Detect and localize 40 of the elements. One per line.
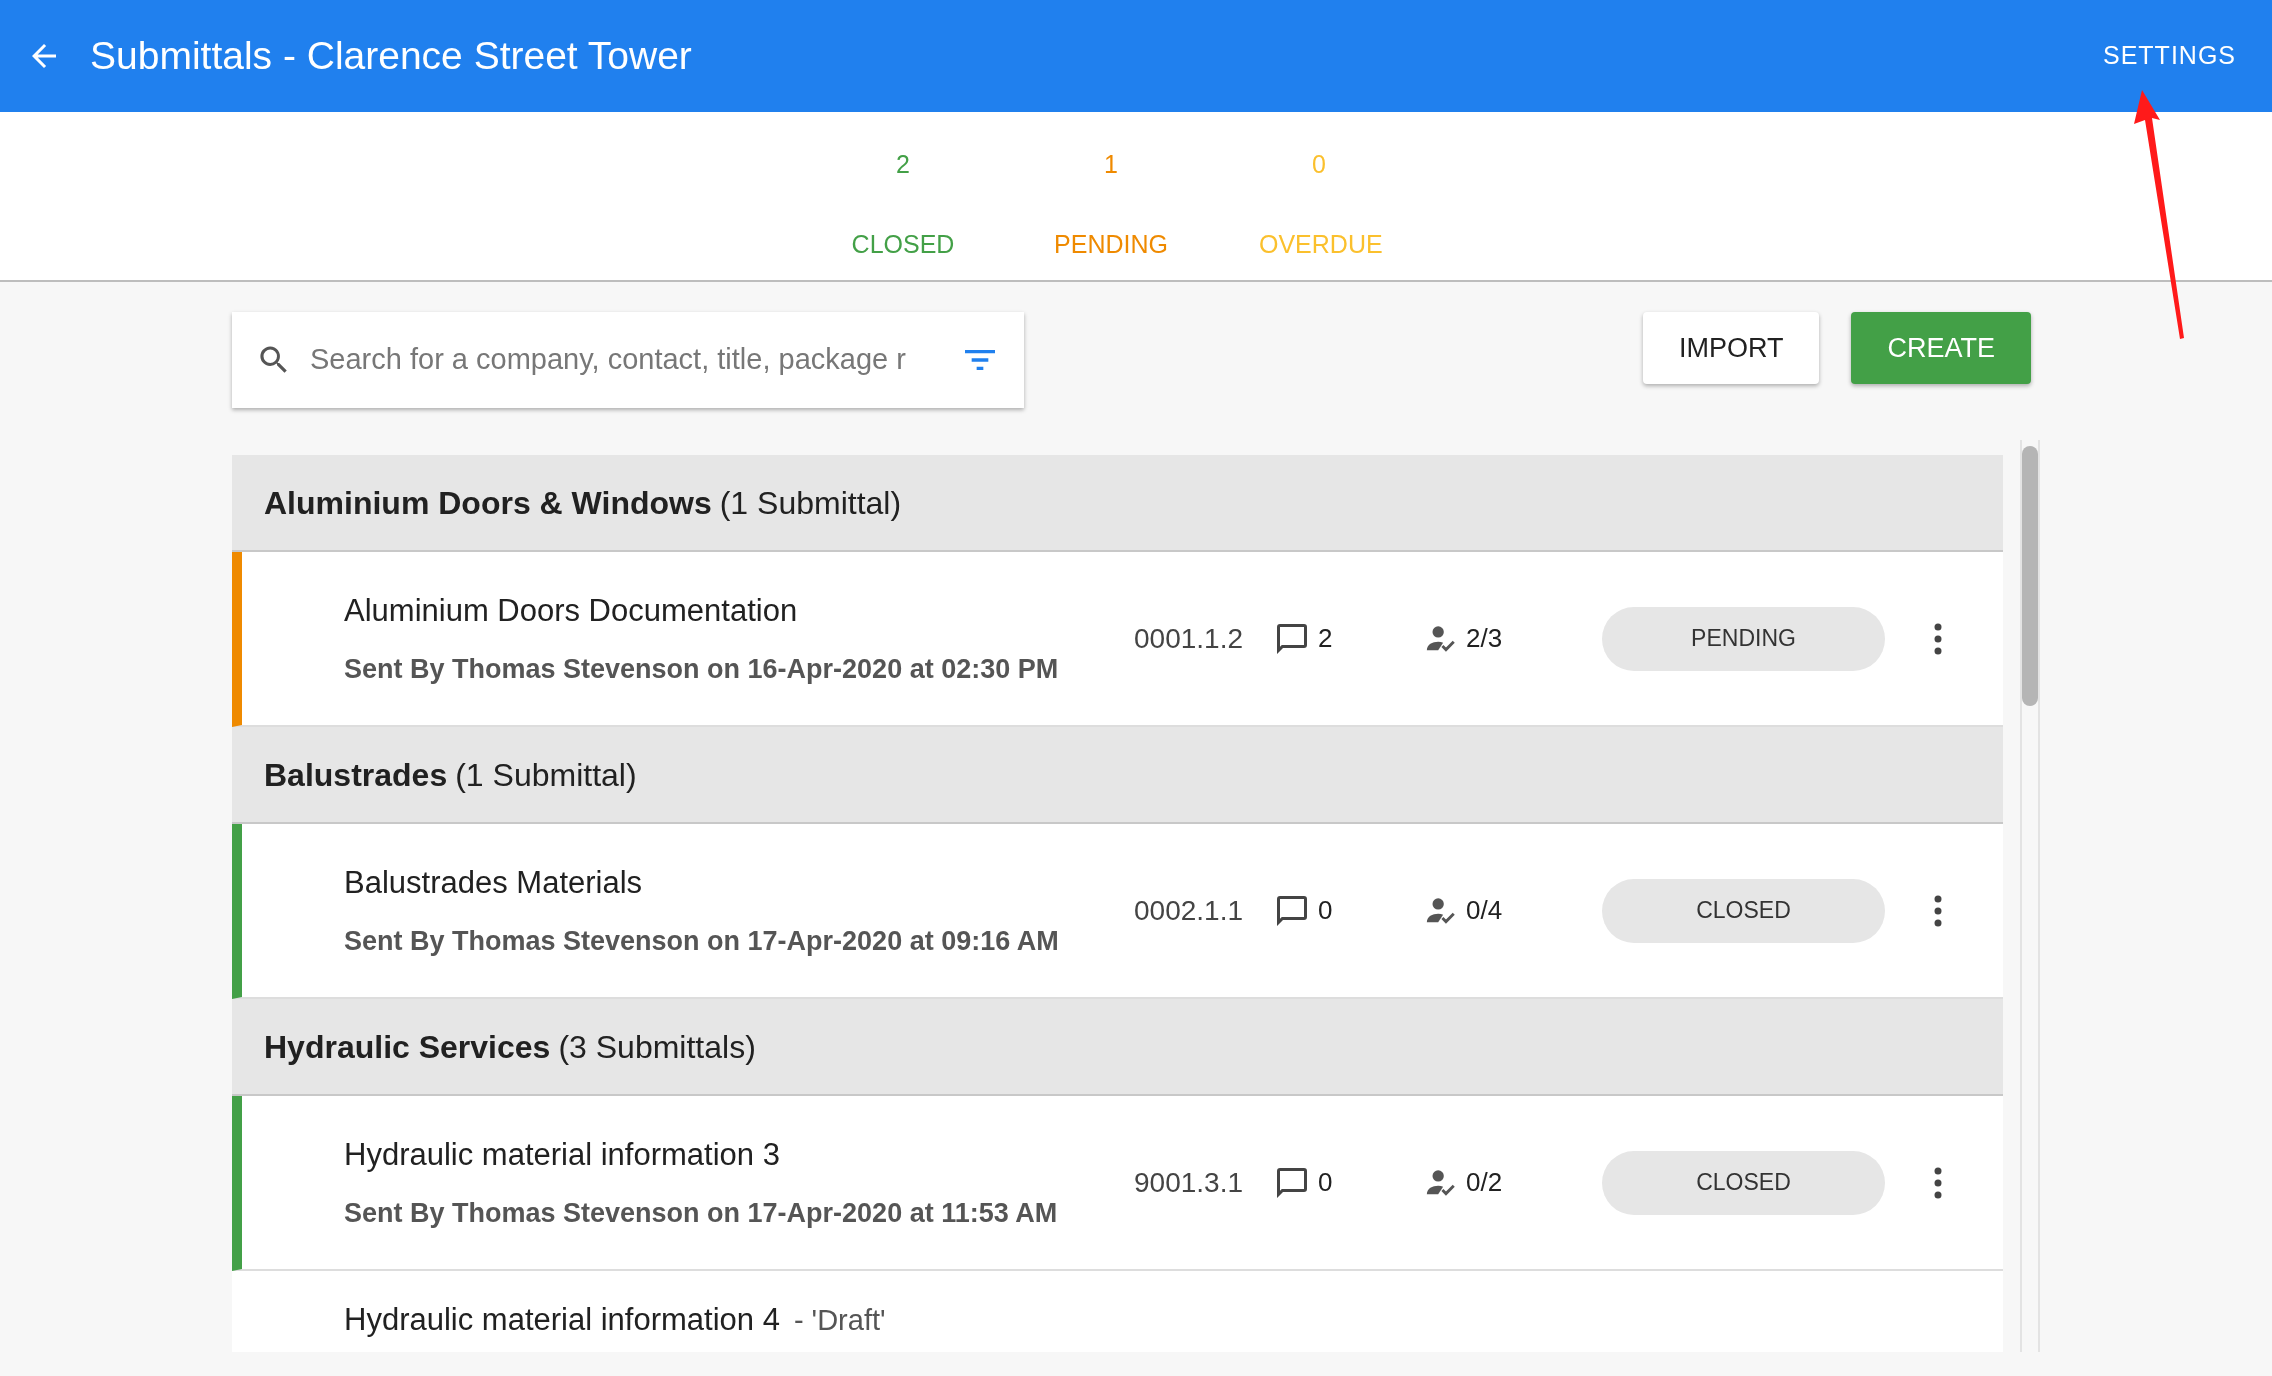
group-count: (1 Submittal)	[719, 483, 902, 523]
more-icon	[1933, 894, 1943, 927]
group-name: Hydraulic Services	[264, 1027, 551, 1067]
app-title: Submittals - Clarence Street Tower	[90, 32, 692, 79]
submittal-row[interactable]: Hydraulic material information 4 - 'Draft'	[232, 1271, 2003, 1352]
submittal-subtitle: Sent By Thomas Stevenson on 16-Apr-2020 at 02:30 PM	[344, 652, 1060, 686]
scrollbar[interactable]	[2020, 440, 2040, 1352]
submittal-title: Aluminium Doors Documentation	[344, 592, 798, 630]
submittal-number: 9001.3.1	[1134, 1165, 1244, 1200]
submittal-number: 0002.1.1	[1134, 893, 1244, 928]
status-button[interactable]: CLOSED	[1602, 878, 1885, 943]
comment-count: 0	[1318, 894, 1333, 927]
submittal-row[interactable]: Hydraulic material information 3 Sent By Thomas Stevenson on 17-Apr-2020 at 11:53 AM 9001.3.1 0 0/2 CLOSED	[232, 1096, 2003, 1271]
more-icon	[1933, 622, 1943, 655]
submittal-number: 0001.1.2	[1134, 621, 1244, 656]
summary-count: 1	[1103, 149, 1119, 180]
submittal-title: Hydraulic material information 4	[344, 1301, 780, 1339]
submittal-title: Hydraulic material information 3	[344, 1136, 780, 1174]
more-icon	[1933, 1166, 1943, 1199]
summary-count: 2	[895, 149, 911, 180]
submittal-title: Balustrades Materials	[344, 864, 643, 902]
search-field[interactable]: Search for a company, contact, title, package r	[232, 312, 1024, 408]
comment-count: 2	[1318, 622, 1333, 655]
group-name: Balustrades	[264, 755, 448, 795]
approval-count: 2/3	[1466, 622, 1503, 655]
summary-count: 0	[1311, 149, 1327, 180]
group-count: (1 Submittal)	[455, 755, 637, 795]
group-count: (3 Submittals)	[558, 1027, 756, 1067]
search-input[interactable]: Search for a company, contact, title, package r	[308, 337, 944, 383]
comment-count: 0	[1318, 1166, 1333, 1199]
submittal-subtitle: Sent By Thomas Stevenson on 17-Apr-2020 at 11:53 AM	[344, 1196, 1059, 1230]
draft-tag: - 'Draft'	[793, 1298, 886, 1342]
status-button[interactable]: PENDING	[1602, 606, 1885, 671]
import-button[interactable]: IMPORT	[1642, 312, 1820, 384]
approval-count: 0/4	[1466, 894, 1503, 927]
submittal-subtitle: Sent By Thomas Stevenson on 17-Apr-2020 at 09:16 AM	[344, 924, 1060, 958]
status-button[interactable]: CLOSED	[1602, 1150, 1885, 1215]
group-name: Aluminium Doors & Windows	[264, 483, 712, 523]
settings-link[interactable]: SETTINGS	[2097, 36, 2242, 76]
approval-count: 0/2	[1466, 1166, 1503, 1199]
